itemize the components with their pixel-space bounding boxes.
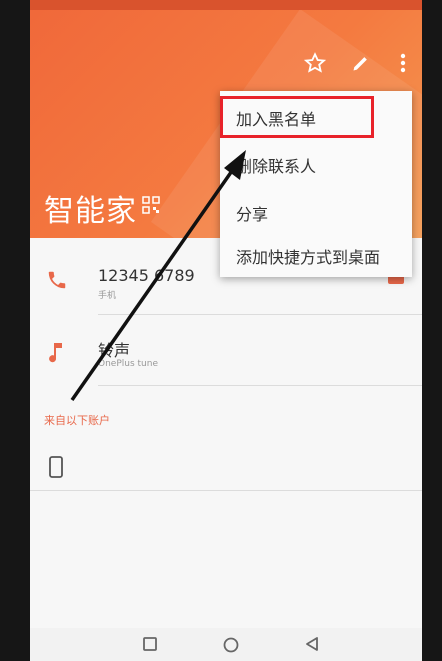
annotation-arrow [70, 150, 246, 402]
